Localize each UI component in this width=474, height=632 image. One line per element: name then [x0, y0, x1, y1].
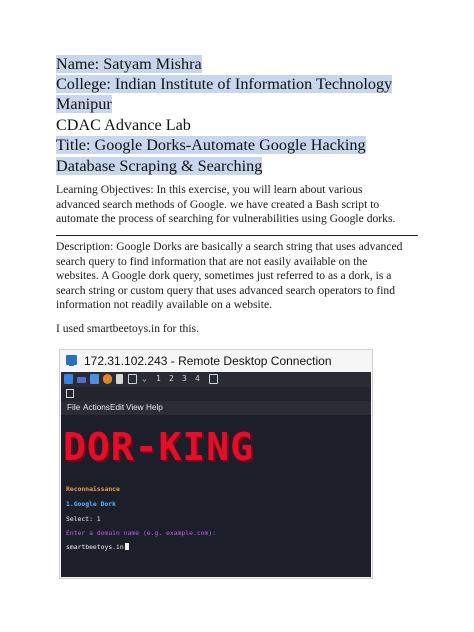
select-line: Select: 1	[66, 515, 101, 523]
active-window-icon	[209, 374, 218, 384]
menu-option: 1.Google Dork	[66, 500, 117, 508]
workspace-4: 4	[195, 374, 200, 383]
terminal-tab-bar	[61, 387, 371, 401]
learning-objectives: Learning Objectives: In this exercise, y…	[56, 183, 422, 227]
description-line: Description: Google Dorks are basically …	[56, 240, 403, 253]
menu-actions: Actions	[83, 403, 110, 412]
file-manager-icon	[90, 374, 99, 384]
rdp-title-bar: 172.31.102.243 - Remote Desktop Connecti…	[60, 350, 372, 372]
menu-view: View	[126, 403, 144, 412]
terminal-menu-bar: File Actions Edit View Help	[61, 401, 371, 415]
description-line: information not readily available on a w…	[56, 298, 273, 312]
workspace-1: 1	[156, 374, 161, 383]
menu-help: Help	[146, 403, 163, 412]
domain-input: smartbeetoys.in	[66, 543, 124, 551]
terminal-output: DOR-KING Reconnaissance 1.Google Dork Se…	[61, 415, 371, 577]
text-cursor	[124, 543, 129, 550]
objectives-line: Learning Objectives: In this exercise, y…	[56, 183, 363, 196]
desktop-taskbar: ⌄ 1 2 3 4	[61, 372, 371, 387]
app-menu-icon	[64, 374, 73, 384]
author-name: Name: Satyam Mishra	[56, 55, 202, 73]
menu-file: File	[67, 403, 81, 412]
domain-prompt: Enter a domain name (e.g. example.com):	[66, 529, 217, 537]
chevron-down-icon: ⌄	[142, 374, 147, 383]
description-line: search query to find information that ar…	[56, 254, 368, 268]
title-line-1: Title: Google Dorks-Automate Google Hack…	[56, 136, 366, 154]
objectives-line: advanced search methods of Google. we ha…	[56, 197, 380, 211]
terminal-window-icon	[66, 389, 74, 398]
text-editor-icon	[116, 374, 123, 384]
lab-name: CDAC Advance Lab	[56, 116, 191, 134]
objectives-line: automate the process of searching for vu…	[56, 212, 396, 226]
remote-desktop-icon	[66, 355, 77, 366]
document-page: Name: Satyam Mishra College: Indian Inst…	[0, 0, 474, 632]
remote-desktop: ⌄ 1 2 3 4 File Actions Edit View Help DO…	[61, 372, 371, 577]
section-heading: Reconnaissance	[66, 485, 120, 493]
college-line-2: Manipur	[56, 95, 112, 113]
description: Description: Google Dorks are basically …	[56, 240, 422, 313]
description-line: websites. A Google dork query, sometimes…	[56, 269, 392, 283]
workspace-3: 3	[182, 374, 187, 383]
terminal-icon	[128, 374, 137, 384]
horizontal-divider	[56, 235, 418, 236]
rdp-window-title: 172.31.102.243 - Remote Desktop Connecti…	[84, 354, 332, 368]
description-line: search string or custom query that uses …	[56, 283, 396, 297]
college-line-1: College: Indian Institute of Information…	[56, 75, 393, 93]
window-icon	[77, 377, 86, 383]
browser-icon	[103, 374, 112, 384]
domain-input-line: smartbeetoys.in	[66, 543, 129, 551]
workspace-2: 2	[169, 374, 174, 383]
usage-note: I used smartbeetoys.in for this.	[56, 322, 199, 335]
title-line-2: Database Scraping & Searching	[56, 157, 263, 175]
dor-king-banner: DOR-KING	[63, 425, 255, 469]
menu-edit: Edit	[110, 403, 125, 412]
remote-desktop-screenshot: 172.31.102.243 - Remote Desktop Connecti…	[59, 349, 373, 579]
